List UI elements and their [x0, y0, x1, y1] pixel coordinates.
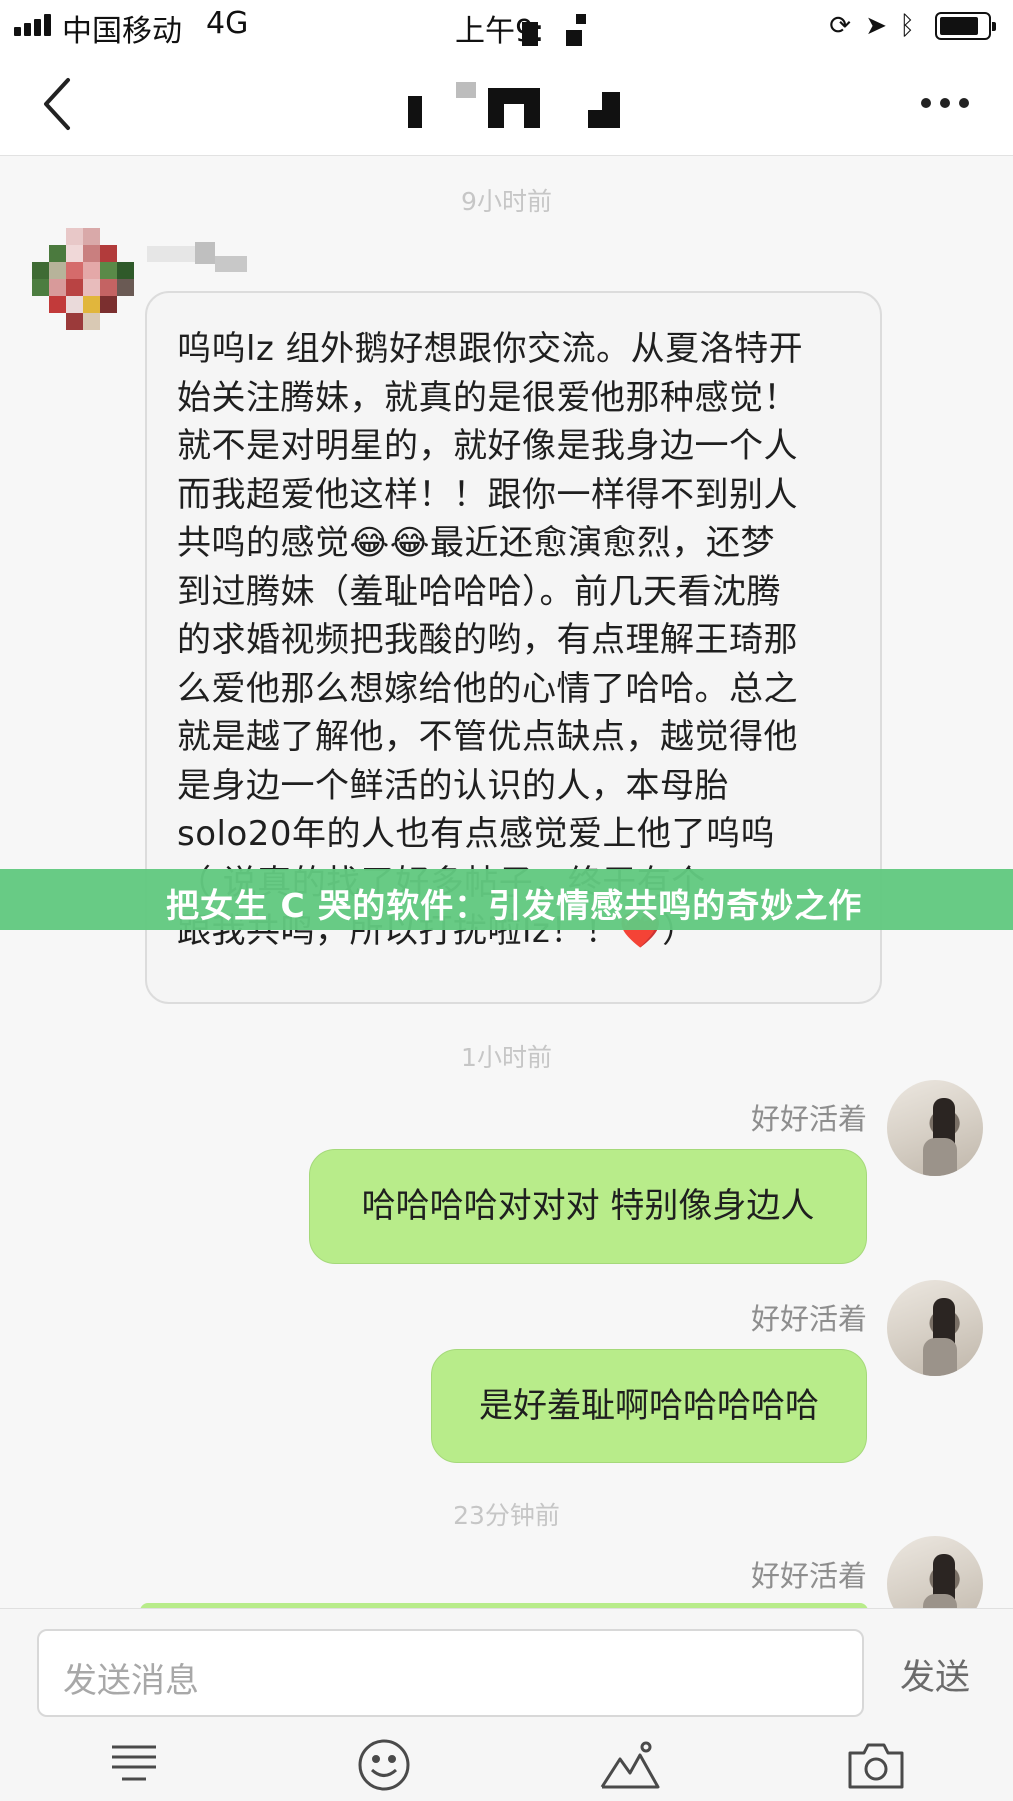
timestamp: 23分钟前 [453, 1501, 560, 1530]
camera-icon[interactable] [846, 1737, 906, 1793]
back-button[interactable] [38, 74, 88, 134]
avatar[interactable] [887, 1080, 983, 1176]
bluetooth-icon: ᛒ [899, 11, 915, 41]
battery-icon [935, 12, 996, 40]
message-line: 始关注腾妹，就真的是很爱他那种感觉！ [177, 377, 798, 418]
more-button[interactable] [921, 90, 971, 116]
carrier-label: 中国移动 [62, 14, 182, 49]
more-dot-icon [940, 98, 950, 108]
message-line: 到过腾妹（羞耻哈哈哈）。前几天看沈腾 [177, 571, 781, 612]
sender-name: 好好活着 [750, 1102, 867, 1136]
headline-banner: 把女生 C 哭的软件：引发情感共鸣的奇妙之作 [0, 869, 1013, 930]
nav-bar [0, 52, 1013, 156]
sender-name: 好好活着 [750, 1302, 867, 1336]
message-line: 呜呜lz 组外鹅好想跟你交流。从夏洛特开 [177, 329, 804, 369]
message-line: 就是越了解他，不管优点缺点，越觉得他 [177, 717, 798, 757]
message-line: 的求婚视频把我酸的哟，有点理解王琦那 [177, 620, 798, 660]
location-icon: ➤ [865, 11, 887, 41]
message-input-placeholder: 发送消息 [63, 1661, 199, 1701]
avatar[interactable] [887, 1280, 983, 1376]
rotation-lock-icon: ⟳ [829, 11, 851, 41]
message-line: 就不是对明星的，就好像是我身边一个人 [177, 426, 798, 466]
status-bar: 中国移动 4G 上午9: ⟳ ➤ ᛒ [0, 0, 1013, 52]
composer-panel: 发送消息 发送 [0, 1608, 1013, 1801]
message-line: 共鸣的感觉😂😂最近还愈演愈烈，还梦 [177, 523, 775, 563]
chat-title-mosaic [404, 82, 624, 134]
banner-text: 把女生 C 哭的软件：引发情感共鸣的奇妙之作 [166, 886, 863, 925]
timestamp: 9小时前 [461, 187, 552, 216]
network-label: 4G [206, 6, 249, 41]
send-button[interactable]: 发送 [900, 1649, 970, 1700]
emoji-icon[interactable] [354, 1737, 414, 1793]
sender-name-mosaic [147, 242, 247, 278]
avatar[interactable] [32, 228, 134, 330]
more-dot-icon [921, 98, 931, 108]
message-bubble-outgoing[interactable]: 是好羞耻啊哈哈哈哈哈 [431, 1349, 867, 1463]
message-text: 是好羞耻啊哈哈哈哈哈 [479, 1386, 819, 1426]
sender-name: 好好活着 [750, 1559, 867, 1593]
message-bubble-outgoing[interactable]: 哈哈哈哈对对对 特别像身边人 [309, 1149, 867, 1264]
image-icon[interactable] [600, 1737, 660, 1793]
clock-mosaic [576, 14, 586, 24]
message-input[interactable]: 发送消息 [37, 1629, 864, 1717]
message-text: 哈哈哈哈对对对 特别像身边人 [361, 1186, 815, 1226]
message-line: 而我超爱他这样！！跟你一样得不到别人 [177, 474, 798, 515]
message-line: 么爱他那么想嫁给他的心情了哈哈。总之 [177, 668, 798, 709]
clock-mosaic [566, 30, 582, 46]
timestamp: 1小时前 [461, 1043, 552, 1072]
more-dot-icon [959, 98, 969, 108]
chevron-left-icon [44, 78, 70, 130]
clock-mosaic [522, 22, 538, 46]
status-icons: ⟳ ➤ ᛒ [819, 10, 999, 42]
list-icon[interactable] [108, 1737, 168, 1793]
message-line: 是身边一个鲜活的认识的人，本母胎 [177, 765, 729, 806]
message-line: solo20年的人也有点感觉爱上他了呜呜 [177, 814, 776, 854]
